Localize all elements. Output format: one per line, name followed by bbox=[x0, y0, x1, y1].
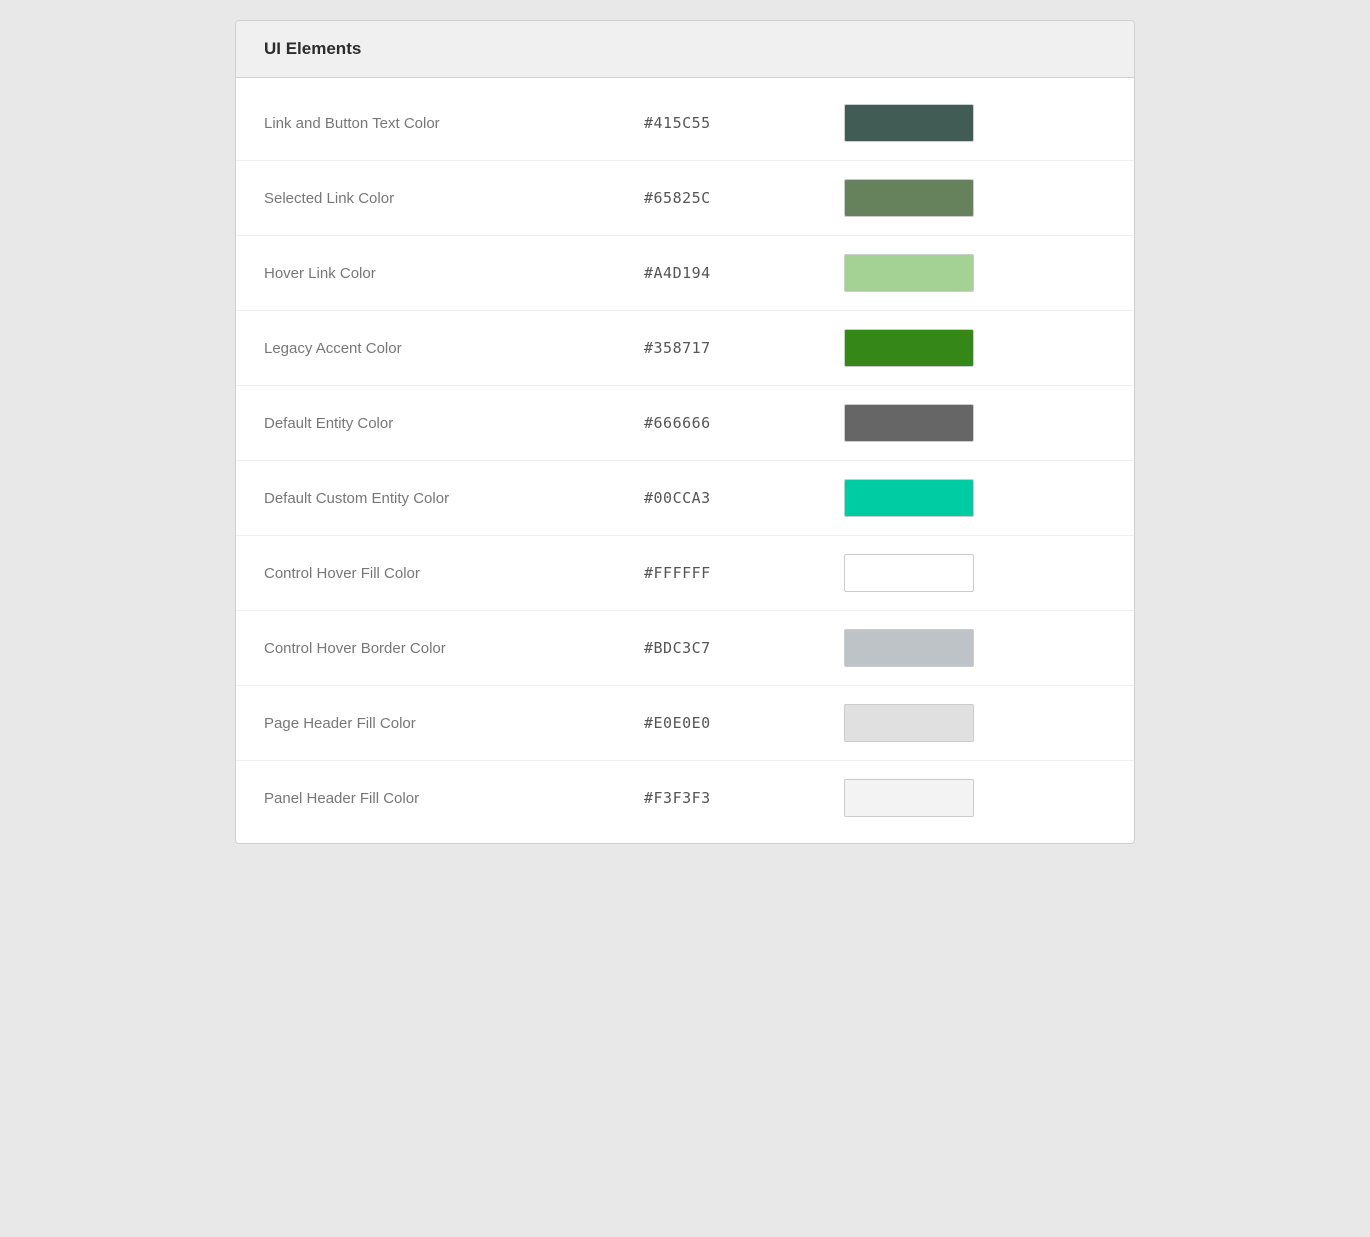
color-row-link-button-text-color[interactable]: Link and Button Text Color#415C55 bbox=[236, 86, 1134, 161]
color-row-selected-link-color[interactable]: Selected Link Color#65825C bbox=[236, 161, 1134, 236]
color-label-hover-link-color: Hover Link Color bbox=[264, 265, 644, 282]
color-label-control-hover-fill-color: Control Hover Fill Color bbox=[264, 565, 644, 582]
color-row-control-hover-border-color[interactable]: Control Hover Border Color#BDC3C7 bbox=[236, 611, 1134, 686]
color-hex-default-custom-entity-color: #00CCA3 bbox=[644, 489, 844, 507]
color-row-page-header-fill-color[interactable]: Page Header Fill Color#E0E0E0 bbox=[236, 686, 1134, 761]
color-row-panel-header-fill-color[interactable]: Panel Header Fill Color#F3F3F3 bbox=[236, 761, 1134, 835]
color-label-link-button-text-color: Link and Button Text Color bbox=[264, 115, 644, 132]
color-swatch-panel-header-fill-color[interactable] bbox=[844, 779, 974, 817]
color-hex-legacy-accent-color: #358717 bbox=[644, 339, 844, 357]
color-swatch-control-hover-border-color[interactable] bbox=[844, 629, 974, 667]
ui-elements-panel: UI Elements Link and Button Text Color#4… bbox=[235, 20, 1135, 844]
color-label-selected-link-color: Selected Link Color bbox=[264, 190, 644, 207]
color-swatch-default-custom-entity-color[interactable] bbox=[844, 479, 974, 517]
color-label-control-hover-border-color: Control Hover Border Color bbox=[264, 640, 644, 657]
color-row-default-entity-color[interactable]: Default Entity Color#666666 bbox=[236, 386, 1134, 461]
color-hex-default-entity-color: #666666 bbox=[644, 414, 844, 432]
panel-header: UI Elements bbox=[236, 21, 1134, 78]
color-label-default-custom-entity-color: Default Custom Entity Color bbox=[264, 490, 644, 507]
color-hex-link-button-text-color: #415C55 bbox=[644, 114, 844, 132]
color-swatch-selected-link-color[interactable] bbox=[844, 179, 974, 217]
panel-title: UI Elements bbox=[264, 39, 361, 58]
color-swatch-legacy-accent-color[interactable] bbox=[844, 329, 974, 367]
color-hex-page-header-fill-color: #E0E0E0 bbox=[644, 714, 844, 732]
color-swatch-hover-link-color[interactable] bbox=[844, 254, 974, 292]
color-hex-hover-link-color: #A4D194 bbox=[644, 264, 844, 282]
color-row-default-custom-entity-color[interactable]: Default Custom Entity Color#00CCA3 bbox=[236, 461, 1134, 536]
color-swatch-page-header-fill-color[interactable] bbox=[844, 704, 974, 742]
color-swatch-default-entity-color[interactable] bbox=[844, 404, 974, 442]
color-hex-control-hover-fill-color: #FFFFFF bbox=[644, 564, 844, 582]
color-label-panel-header-fill-color: Panel Header Fill Color bbox=[264, 790, 644, 807]
color-label-page-header-fill-color: Page Header Fill Color bbox=[264, 715, 644, 732]
color-row-legacy-accent-color[interactable]: Legacy Accent Color#358717 bbox=[236, 311, 1134, 386]
panel-body: Link and Button Text Color#415C55Selecte… bbox=[236, 78, 1134, 843]
color-hex-panel-header-fill-color: #F3F3F3 bbox=[644, 789, 844, 807]
color-label-default-entity-color: Default Entity Color bbox=[264, 415, 644, 432]
color-swatch-link-button-text-color[interactable] bbox=[844, 104, 974, 142]
color-swatch-control-hover-fill-color[interactable] bbox=[844, 554, 974, 592]
color-row-hover-link-color[interactable]: Hover Link Color#A4D194 bbox=[236, 236, 1134, 311]
color-label-legacy-accent-color: Legacy Accent Color bbox=[264, 340, 644, 357]
color-hex-selected-link-color: #65825C bbox=[644, 189, 844, 207]
color-hex-control-hover-border-color: #BDC3C7 bbox=[644, 639, 844, 657]
color-row-control-hover-fill-color[interactable]: Control Hover Fill Color#FFFFFF bbox=[236, 536, 1134, 611]
